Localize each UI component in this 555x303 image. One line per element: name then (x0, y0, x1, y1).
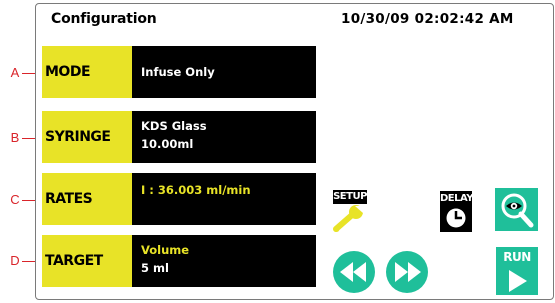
syringe-label[interactable]: SYRINGE (42, 111, 132, 163)
rates-value: I : 36.003 ml/min (141, 183, 251, 197)
target-amount: 5 ml (141, 261, 169, 275)
view-button[interactable] (495, 188, 538, 231)
rates-label[interactable]: RATES (42, 173, 132, 225)
syringe-value: KDS Glass 10.00ml (132, 111, 316, 163)
callout-letter: A (10, 65, 20, 80)
play-icon (509, 270, 527, 292)
fast-forward-button[interactable] (385, 250, 429, 294)
target-value: Volume 5 ml (132, 235, 316, 287)
delay-button[interactable]: DELAY (440, 191, 474, 232)
mode-row[interactable]: MODE Infuse Only (42, 46, 316, 98)
pump-screen: Configuration 10/30/09 02:02:42 AM MODE … (35, 3, 554, 300)
clock-icon (446, 208, 466, 228)
datetime-display: 10/30/09 02:02:42 AM (341, 11, 514, 27)
rewind-icon (333, 251, 375, 293)
mode-label[interactable]: MODE (42, 46, 132, 98)
run-caption: RUN (503, 250, 531, 264)
magnifier-eye-icon (501, 193, 534, 228)
page-title: Configuration (51, 11, 157, 27)
setup-button[interactable]: SETUP (333, 190, 367, 234)
wrench-icon (333, 205, 363, 232)
rates-row[interactable]: RATES I : 36.003 ml/min (42, 173, 316, 225)
callout-letter: B (10, 130, 20, 145)
callout-letter: D (10, 253, 20, 268)
fast-forward-icon (386, 251, 428, 293)
rewind-button[interactable] (332, 250, 376, 294)
target-type: Volume (141, 243, 190, 257)
callout-letter: C (10, 192, 20, 207)
run-button[interactable]: RUN (496, 247, 538, 295)
syringe-size: 10.00ml (141, 137, 194, 151)
syringe-row[interactable]: SYRINGE KDS Glass 10.00ml (42, 111, 316, 163)
setup-caption: SETUP (333, 191, 367, 202)
syringe-type: KDS Glass (141, 119, 207, 133)
mode-value: Infuse Only (141, 65, 215, 79)
setup-caption-bg: SETUP (333, 190, 367, 204)
target-label[interactable]: TARGET (42, 235, 132, 287)
target-row[interactable]: TARGET Volume 5 ml (42, 235, 316, 287)
delay-caption: DELAY (440, 193, 474, 204)
